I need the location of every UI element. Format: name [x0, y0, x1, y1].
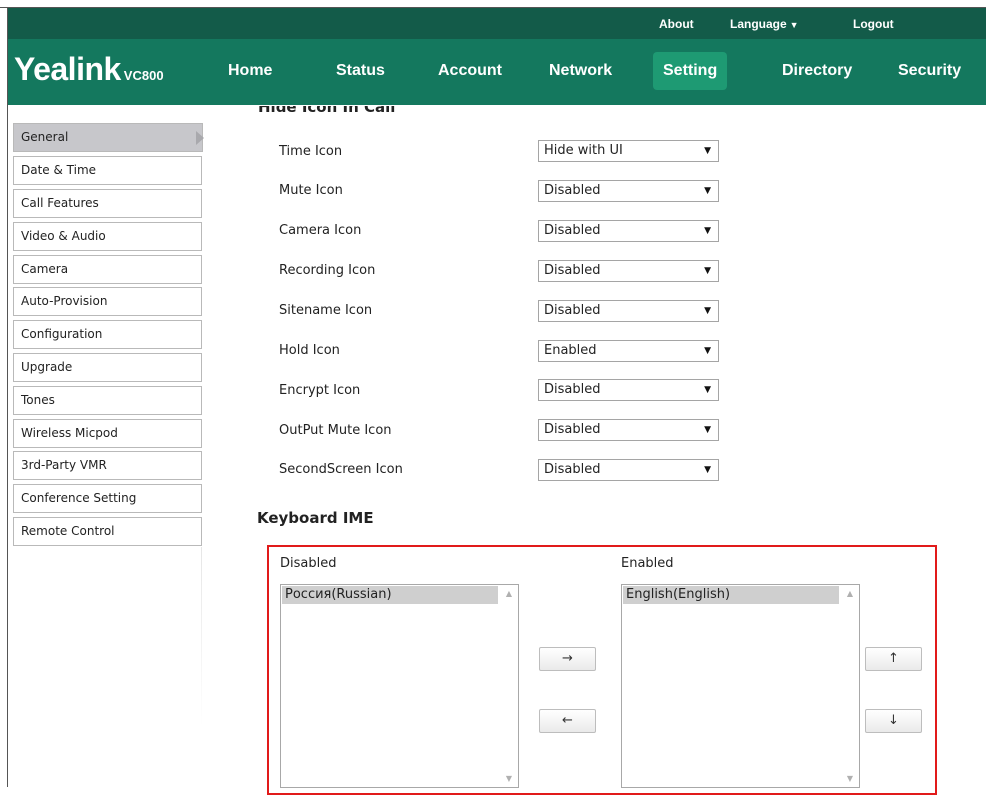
time-icon-label: Time Icon [279, 144, 343, 159]
dropdown-arrow-icon: ▼ [704, 425, 711, 435]
enabled-ime-list[interactable]: English(English) ▲ ▼ [621, 584, 860, 788]
sidebar-item-general[interactable]: General [13, 123, 203, 152]
sidebar-item-camera[interactable]: Camera [13, 255, 202, 284]
disabled-list-label: Disabled [280, 556, 337, 571]
dropdown-arrow-icon: ▼ [704, 146, 711, 156]
disabled-ime-list[interactable]: Россия(Russian) ▲ ▼ [280, 584, 519, 788]
hold-icon-select[interactable]: Enabled ▼ [538, 340, 719, 362]
nav-security[interactable]: Security [898, 52, 961, 90]
dropdown-arrow-icon: ▼ [704, 186, 711, 196]
hold-icon-label: Hold Icon [279, 343, 340, 358]
list-item[interactable]: Россия(Russian) [282, 586, 498, 604]
sidebar-item-video-audio[interactable]: Video & Audio [13, 222, 202, 251]
secondscreen-icon-select[interactable]: Disabled ▼ [538, 459, 719, 481]
list-item[interactable]: English(English) [623, 586, 839, 604]
sidebar-item-call-features[interactable]: Call Features [13, 189, 202, 218]
section-heading-clipped: Hide Icon In Call [258, 106, 458, 115]
sidebar-item-remote-control[interactable]: Remote Control [13, 517, 202, 546]
scroll-down-icon[interactable]: ▼ [506, 774, 512, 783]
sidebar-item-3rd-party-vmr[interactable]: 3rd-Party VMR [13, 451, 202, 480]
encrypt-icon-value: Disabled [544, 382, 601, 397]
nav-directory[interactable]: Directory [782, 52, 852, 90]
logout-link[interactable]: Logout [853, 17, 894, 31]
caret-down-icon: ▼ [789, 20, 799, 30]
sidebar-item-upgrade[interactable]: Upgrade [13, 353, 202, 382]
model-text: VC800 [123, 68, 164, 83]
sidebar-item-date-time[interactable]: Date & Time [13, 156, 202, 185]
enabled-list-label: Enabled [621, 556, 674, 571]
time-icon-select[interactable]: Hide with UI ▼ [538, 140, 719, 162]
encrypt-icon-select[interactable]: Disabled ▼ [538, 379, 719, 401]
mute-icon-label: Mute Icon [279, 183, 343, 198]
nav-network[interactable]: Network [549, 52, 612, 90]
camera-icon-select[interactable]: Disabled ▼ [538, 220, 719, 242]
encrypt-icon-label: Encrypt Icon [279, 383, 361, 398]
output-mute-icon-value: Disabled [544, 422, 601, 437]
keyboard-ime-highlight: Disabled Enabled Россия(Russian) ▲ ▼ → ←… [267, 545, 937, 795]
sidebar-item-wireless-micpod[interactable]: Wireless Micpod [13, 419, 202, 448]
move-left-button[interactable]: ← [539, 709, 596, 733]
scroll-up-icon[interactable]: ▲ [847, 589, 853, 598]
active-pointer-icon [196, 131, 204, 145]
window-edge-left [7, 7, 8, 787]
nav-home[interactable]: Home [228, 52, 272, 90]
output-mute-icon-label: OutPut Mute Icon [279, 423, 392, 438]
sidebar-item-conference-setting[interactable]: Conference Setting [13, 484, 202, 513]
camera-icon-label: Camera Icon [279, 223, 362, 238]
sidebar-divider [201, 547, 202, 727]
secondscreen-icon-value: Disabled [544, 462, 601, 477]
nav-account[interactable]: Account [438, 52, 502, 90]
scroll-down-icon[interactable]: ▼ [847, 774, 853, 783]
keyboard-ime-title: Keyboard IME [257, 509, 374, 527]
recording-icon-select[interactable]: Disabled ▼ [538, 260, 719, 282]
dropdown-arrow-icon: ▼ [704, 306, 711, 316]
sitename-icon-label: Sitename Icon [279, 303, 373, 318]
move-down-button[interactable]: ↓ [865, 709, 922, 733]
recording-icon-label: Recording Icon [279, 263, 376, 278]
yealink-logo: Yealink VC800 [14, 51, 164, 88]
dropdown-arrow-icon: ▼ [704, 385, 711, 395]
nav-status[interactable]: Status [336, 52, 385, 90]
time-icon-value: Hide with UI [544, 143, 623, 158]
language-menu[interactable]: Language ▼ [730, 17, 799, 31]
sidebar-item-configuration[interactable]: Configuration [13, 320, 202, 349]
move-up-button[interactable]: ↑ [865, 647, 922, 671]
sidebar-item-tones[interactable]: Tones [13, 386, 202, 415]
dropdown-arrow-icon: ▼ [704, 266, 711, 276]
hold-icon-value: Enabled [544, 343, 597, 358]
page: About Language ▼ Logout Yealink VC800 Home… [0, 0, 986, 795]
top-utility-bar: About Language ▼ Logout [8, 8, 986, 39]
scroll-up-icon[interactable]: ▲ [506, 589, 512, 598]
recording-icon-value: Disabled [544, 263, 601, 278]
sitename-icon-select[interactable]: Disabled ▼ [538, 300, 719, 322]
main-nav: Yealink VC800 Home Status Account Network… [8, 39, 986, 105]
move-right-button[interactable]: → [539, 647, 596, 671]
hide-icon-heading: Hide Icon In Call [258, 106, 396, 115]
logo-text: Yealink [14, 51, 121, 87]
sitename-icon-value: Disabled [544, 303, 601, 318]
output-mute-icon-select[interactable]: Disabled ▼ [538, 419, 719, 441]
mute-icon-select[interactable]: Disabled ▼ [538, 180, 719, 202]
dropdown-arrow-icon: ▼ [704, 226, 711, 236]
secondscreen-icon-label: SecondScreen Icon [279, 462, 403, 477]
language-label: Language [730, 17, 787, 31]
dropdown-arrow-icon: ▼ [704, 465, 711, 475]
about-link[interactable]: About [659, 17, 694, 31]
dropdown-arrow-icon: ▼ [704, 346, 711, 356]
sidebar-item-auto-provision[interactable]: Auto-Provision [13, 287, 202, 316]
mute-icon-value: Disabled [544, 183, 601, 198]
nav-setting[interactable]: Setting [653, 52, 728, 90]
camera-icon-value: Disabled [544, 223, 601, 238]
